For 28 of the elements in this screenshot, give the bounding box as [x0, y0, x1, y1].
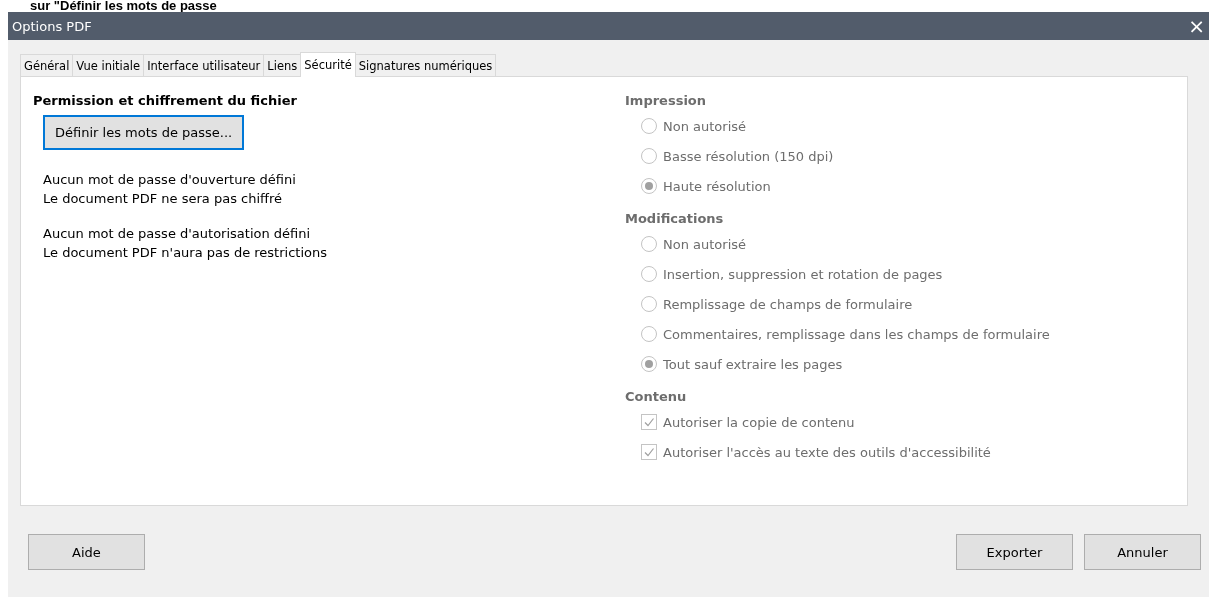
group-heading: Modifications — [625, 211, 724, 226]
option-label: Non autorisé — [663, 118, 747, 134]
cancel-button[interactable]: Annuler — [1084, 534, 1201, 570]
option-label: Haute résolution — [663, 178, 771, 194]
option-label: Insertion, suppression et rotation de pages — [663, 266, 943, 282]
status-text: Aucun mot de passe d'ouverture défini — [43, 171, 296, 189]
tab[interactable]: Signatures numériques — [354, 54, 497, 76]
section-heading: Permission et chiffrement du fichier — [33, 93, 297, 108]
status-text: Le document PDF n'aura pas de restrictions — [43, 244, 327, 262]
group-heading: Contenu — [625, 389, 687, 404]
group-heading: Impression — [625, 93, 707, 108]
export-button[interactable]: Exporter — [956, 534, 1073, 570]
option-label: Tout sauf extraire les pages — [663, 356, 843, 372]
tab[interactable]: Général — [20, 54, 74, 76]
tab[interactable]: Sécurité — [300, 52, 356, 77]
status-text: Le document PDF ne sera pas chiffré — [43, 190, 284, 208]
option-label: Autoriser la copie de contenu — [663, 414, 855, 430]
window-title: Options PDF — [12, 18, 92, 34]
set-passwords-button[interactable]: Définir les mots de passe... — [43, 115, 245, 150]
option-label: Non autorisé — [663, 236, 747, 252]
option-label: Basse résolution (150 dpi) — [663, 148, 834, 164]
option-label: Autoriser l'accès au texte des outils d'accessibilité — [663, 444, 991, 460]
status-text: Aucun mot de passe d'autorisation défini — [43, 225, 312, 243]
option-label: Commentaires, remplissage dans les champs de formulaire — [663, 326, 1050, 342]
close-button[interactable]: × — [1184, 14, 1209, 38]
option-label: Remplissage de champs de formulaire — [663, 296, 913, 312]
caption-text: sur "Définir les mots de passe — [29, 0, 218, 12]
help-button[interactable]: Aide — [28, 534, 145, 570]
